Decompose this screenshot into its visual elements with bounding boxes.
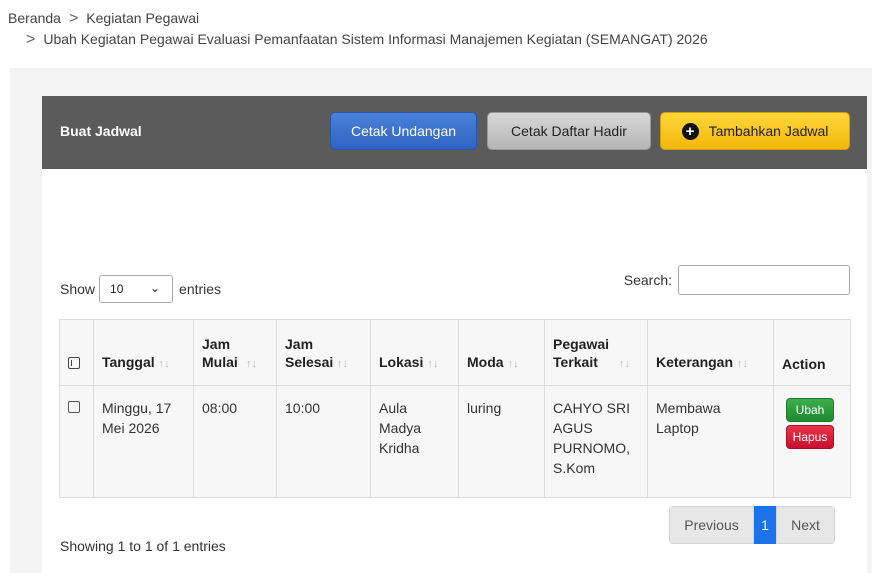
delete-button[interactable]: Hapus: [786, 425, 834, 449]
show-label: Show: [60, 281, 96, 297]
table-info: Showing 1 to 1 of 1 entries: [60, 538, 226, 554]
chevron-right-icon: >: [26, 31, 36, 48]
cell-jam-mulai: 08:00: [193, 385, 277, 498]
column-moda[interactable]: Moda ↑↓: [458, 319, 545, 386]
cell-lokasi: Aula Madya Kridha: [370, 385, 459, 498]
cell-jam-selesai: 10:00: [276, 385, 371, 498]
print-attendance-button[interactable]: Cetak Daftar Hadir: [487, 112, 651, 150]
add-schedule-button[interactable]: + Tambahkan Jadwal: [660, 112, 850, 150]
breadcrumb-home-link[interactable]: Beranda: [8, 10, 61, 26]
page-1-button[interactable]: 1: [754, 506, 776, 544]
print-invitation-button[interactable]: Cetak Undangan: [330, 112, 477, 150]
column-label: Jam Selesai: [285, 336, 334, 370]
search-input[interactable]: [678, 265, 850, 295]
cell-action: Ubah Hapus: [773, 385, 851, 498]
table-header-row: Tanggal ↑↓ Jam Mulai ↑↓ Jam Selesai ↑↓ Loka…: [59, 319, 851, 386]
column-jam-mulai[interactable]: Jam Mulai ↑↓: [193, 319, 277, 386]
column-action: Action: [773, 319, 851, 386]
row-select-cell: [59, 385, 94, 498]
next-page-button[interactable]: Next: [776, 506, 835, 544]
chevron-right-icon: >: [68, 10, 79, 27]
card-header: Buat Jadwal Cetak Undangan Cetak Daftar …: [42, 96, 867, 169]
column-jam-selesai[interactable]: Jam Selesai ↑↓: [276, 319, 371, 386]
column-keterangan[interactable]: Keterangan ↑↓: [647, 319, 774, 386]
cell-tanggal: Minggu, 17 Mei 2026: [93, 385, 194, 498]
entries-length-control: Show 10 ⌄ entries: [60, 275, 221, 303]
edit-button[interactable]: Ubah: [786, 398, 834, 422]
sort-icon: ↑↓: [158, 358, 170, 370]
search-label: Search:: [623, 272, 672, 288]
sort-icon: ↑↓: [427, 358, 439, 370]
sort-icon: ↑↓: [246, 358, 257, 370]
entries-select-value: 10: [110, 282, 124, 296]
select-all-header[interactable]: [59, 319, 94, 386]
chevron-down-icon: ⌄: [149, 281, 161, 295]
breadcrumb-current: Ubah Kegiatan Pegawai Evaluasi Pemanfaat…: [43, 31, 708, 47]
column-label: Moda: [467, 354, 504, 370]
breadcrumb-kegiatan-link[interactable]: Kegiatan Pegawai: [86, 10, 199, 26]
schedule-card: Buat Jadwal Cetak Undangan Cetak Daftar …: [42, 96, 867, 573]
entries-label: entries: [179, 281, 222, 297]
column-label: Pegawai Terkait: [553, 336, 610, 370]
column-label: Action: [782, 356, 826, 372]
column-tanggal[interactable]: Tanggal ↑↓: [93, 319, 194, 386]
add-schedule-label: Tambahkan Jadwal: [708, 123, 829, 139]
column-label: Lokasi: [379, 354, 424, 370]
select-all-checkbox[interactable]: [68, 357, 80, 369]
previous-page-button[interactable]: Previous: [669, 506, 754, 544]
plus-circle-icon: +: [681, 122, 699, 140]
row-checkbox[interactable]: [68, 401, 80, 413]
column-lokasi[interactable]: Lokasi ↑↓: [370, 319, 459, 386]
table-row: Minggu, 17 Mei 2026 08:00 10:00 Aula Mad…: [59, 385, 851, 498]
column-label: Tanggal: [102, 354, 155, 370]
column-label: Jam Mulai: [202, 336, 238, 370]
sort-icon: ↑↓: [337, 358, 348, 370]
breadcrumb: Beranda > Kegiatan Pegawai > Ubah Kegiatan …: [8, 8, 708, 50]
entries-select[interactable]: 10 ⌄: [99, 275, 174, 303]
sort-icon: ↑↓: [507, 358, 519, 370]
column-label: Keterangan: [656, 354, 734, 370]
schedule-table: Tanggal ↑↓ Jam Mulai ↑↓ Jam Selesai ↑↓ Loka…: [59, 319, 851, 498]
sort-icon: ↑↓: [619, 358, 630, 370]
sort-icon: ↑↓: [737, 358, 749, 370]
search-control: Search:: [624, 265, 850, 295]
cell-keterangan: Membawa Laptop: [647, 385, 774, 498]
column-pegawai-terkait[interactable]: Pegawai Terkait ↑↓: [544, 319, 648, 386]
cell-pegawai: CAHYO SRI AGUS PURNOMO, S.Kom: [544, 385, 648, 498]
pagination: Previous 1 Next: [669, 506, 835, 544]
cell-moda: luring: [458, 385, 545, 498]
card-title: Buat Jadwal: [60, 123, 142, 139]
